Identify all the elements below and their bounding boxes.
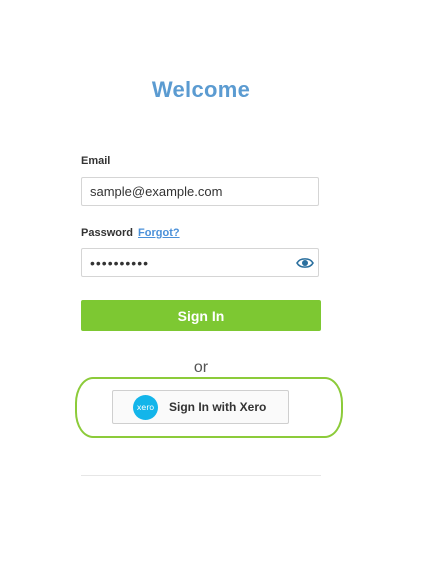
divider: [81, 475, 321, 476]
email-label: Email: [81, 155, 111, 167]
password-label: Password: [81, 227, 133, 239]
xero-button-label: Sign In with Xero: [169, 400, 267, 414]
xero-logo-icon: xero: [133, 394, 158, 420]
or-separator: or: [193, 359, 209, 376]
password-field-container[interactable]: [81, 248, 319, 277]
forgot-password-link[interactable]: Forgot?: [138, 227, 180, 239]
sign-in-with-xero-button[interactable]: xero Sign In with Xero: [112, 390, 289, 424]
password-input[interactable]: [82, 249, 290, 276]
password-label-row: Password Forgot?: [81, 227, 180, 239]
eye-icon[interactable]: [296, 256, 314, 270]
email-field-container[interactable]: [81, 177, 319, 206]
page-title: Welcome: [151, 77, 251, 102]
sign-in-button[interactable]: Sign In: [81, 300, 321, 331]
email-input[interactable]: [82, 178, 290, 205]
